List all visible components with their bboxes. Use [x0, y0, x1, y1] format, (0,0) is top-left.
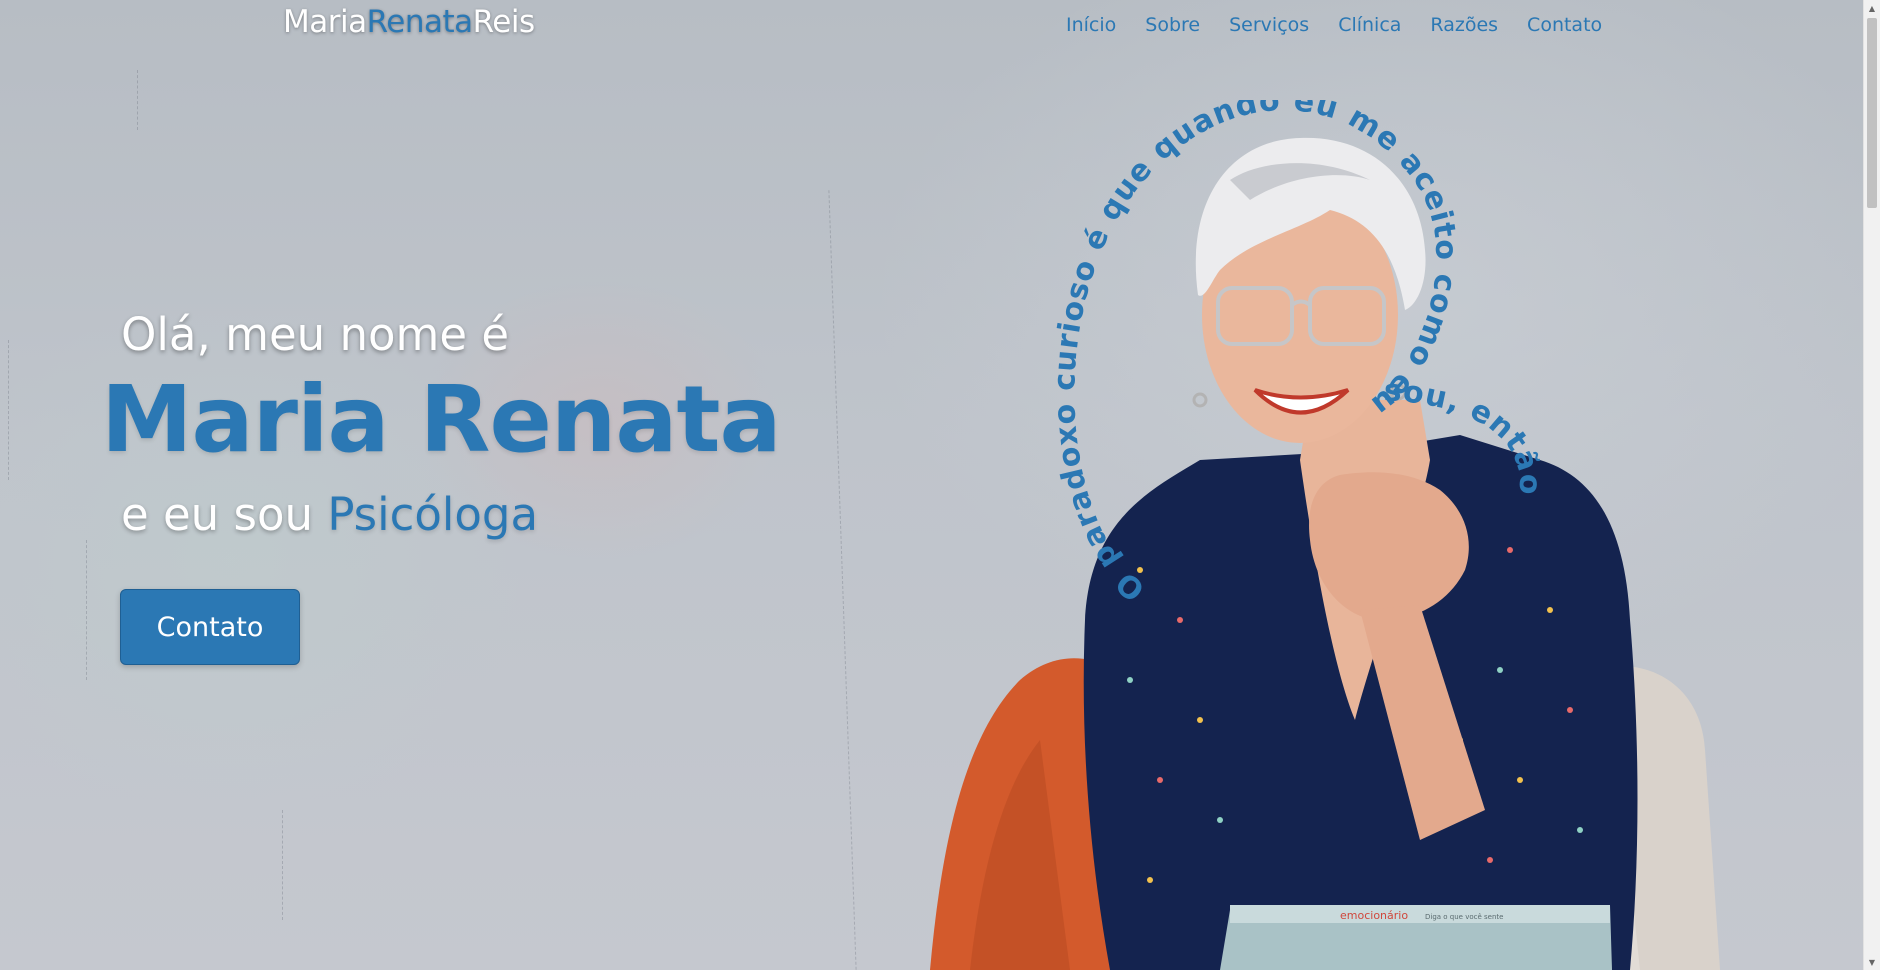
wall-seam: [828, 190, 857, 970]
nav-item-razoes[interactable]: Razões: [1430, 14, 1498, 36]
earring: [1192, 392, 1208, 408]
logo-part-maria: Maria: [283, 4, 367, 40]
logo-part-renata: Renata: [366, 4, 474, 40]
nav-item-servicos[interactable]: Serviços: [1229, 14, 1309, 36]
wall-seam: [282, 810, 283, 920]
hero-name: Maria Renata: [101, 366, 782, 473]
site-logo[interactable]: MariaRenataReis: [283, 4, 535, 40]
nav-item-sobre[interactable]: Sobre: [1145, 14, 1200, 36]
hero-greeting: Olá, meu nome é: [121, 308, 510, 361]
nav-item-clinica[interactable]: Clínica: [1338, 14, 1401, 36]
wall-seam: [137, 70, 138, 130]
nav-item-inicio[interactable]: Início: [1066, 14, 1116, 36]
hero-role-prefix: e eu sou: [121, 488, 313, 541]
wall-seam: [86, 540, 87, 680]
wall-seam: [8, 340, 9, 480]
hero-role-line: e eu sou Psicóloga: [121, 488, 538, 541]
chevron-up-icon[interactable]: ▲: [1864, 0, 1880, 16]
main-nav: Início Sobre Serviços Clínica Razões Con…: [1066, 14, 1602, 36]
book-spine: [1230, 905, 1610, 923]
logo-part-reis: Reis: [472, 4, 535, 40]
page-scrollbar[interactable]: ▲ ▼: [1863, 0, 1880, 970]
book-subtitle: Diga o que você sente: [1425, 913, 1503, 921]
chevron-down-icon[interactable]: ▼: [1864, 954, 1880, 970]
portrait-photo: emocionário Diga o que você sente O para…: [900, 100, 1720, 970]
book-title: emocionário: [1340, 909, 1408, 922]
scrollbar-thumb[interactable]: [1867, 18, 1877, 208]
hero-role: Psicóloga: [327, 488, 539, 541]
contact-button[interactable]: Contato: [120, 589, 300, 665]
nav-item-contato[interactable]: Contato: [1527, 14, 1602, 36]
